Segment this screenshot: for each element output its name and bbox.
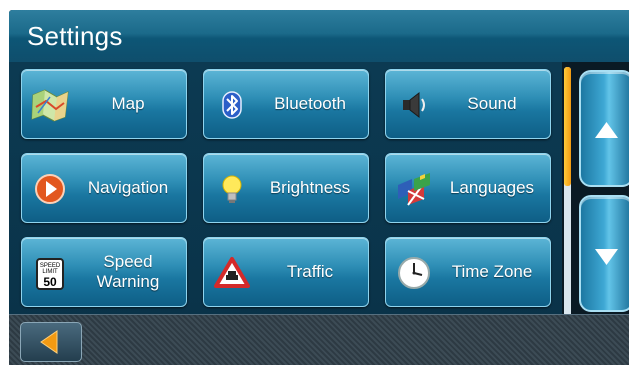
scroll-down-button[interactable] [579,195,629,312]
tile-label: Navigation [87,178,169,198]
traffic-button[interactable]: Traffic [203,237,369,307]
clock-icon [398,257,430,289]
scroll-up-button[interactable] [579,70,629,187]
bluetooth-icon [222,91,242,119]
tile-label: Bluetooth [274,94,346,114]
settings-screen: Settings Map Bluetooth Sound Navigation … [9,10,629,365]
back-arrow-icon [40,330,58,354]
sound-button[interactable]: Sound [385,69,551,139]
down-arrow-icon [595,249,618,265]
map-button[interactable]: Map [21,69,187,139]
tile-label: Traffic [286,262,334,282]
navigation-button[interactable]: Navigation [21,153,187,223]
speed-warning-button[interactable]: SPEED LIMIT 50 Speed Warning [21,237,187,307]
tile-label: Time Zone [451,262,533,282]
lightbulb-icon [222,175,242,203]
speed-limit-sign-icon: SPEED LIMIT 50 [36,258,64,290]
tile-label: Speed Warning [96,252,160,291]
bottom-bar [9,314,629,365]
page-title: Settings [27,21,123,51]
navigation-arrow-icon [35,174,65,204]
up-arrow-icon [595,122,618,138]
scrollbar-thumb[interactable] [564,67,571,186]
brightness-button[interactable]: Brightness [203,153,369,223]
time-zone-button[interactable]: Time Zone [385,237,551,307]
languages-button[interactable]: Languages [385,153,551,223]
tile-label: Languages [449,178,535,198]
tile-label: Brightness [269,178,351,198]
tile-label: Sound [467,94,517,114]
tile-label: Map [111,94,145,114]
back-button[interactable] [20,322,82,362]
settings-grid: Map Bluetooth Sound Navigation Brightnes… [9,62,562,314]
traffic-warning-icon [214,257,250,288]
speaker-icon [403,91,425,119]
bluetooth-button[interactable]: Bluetooth [203,69,369,139]
flags-icon [398,173,430,206]
limit-value-text: 50 [43,275,57,289]
header-bar: Settings [9,10,629,62]
map-icon [31,89,69,122]
